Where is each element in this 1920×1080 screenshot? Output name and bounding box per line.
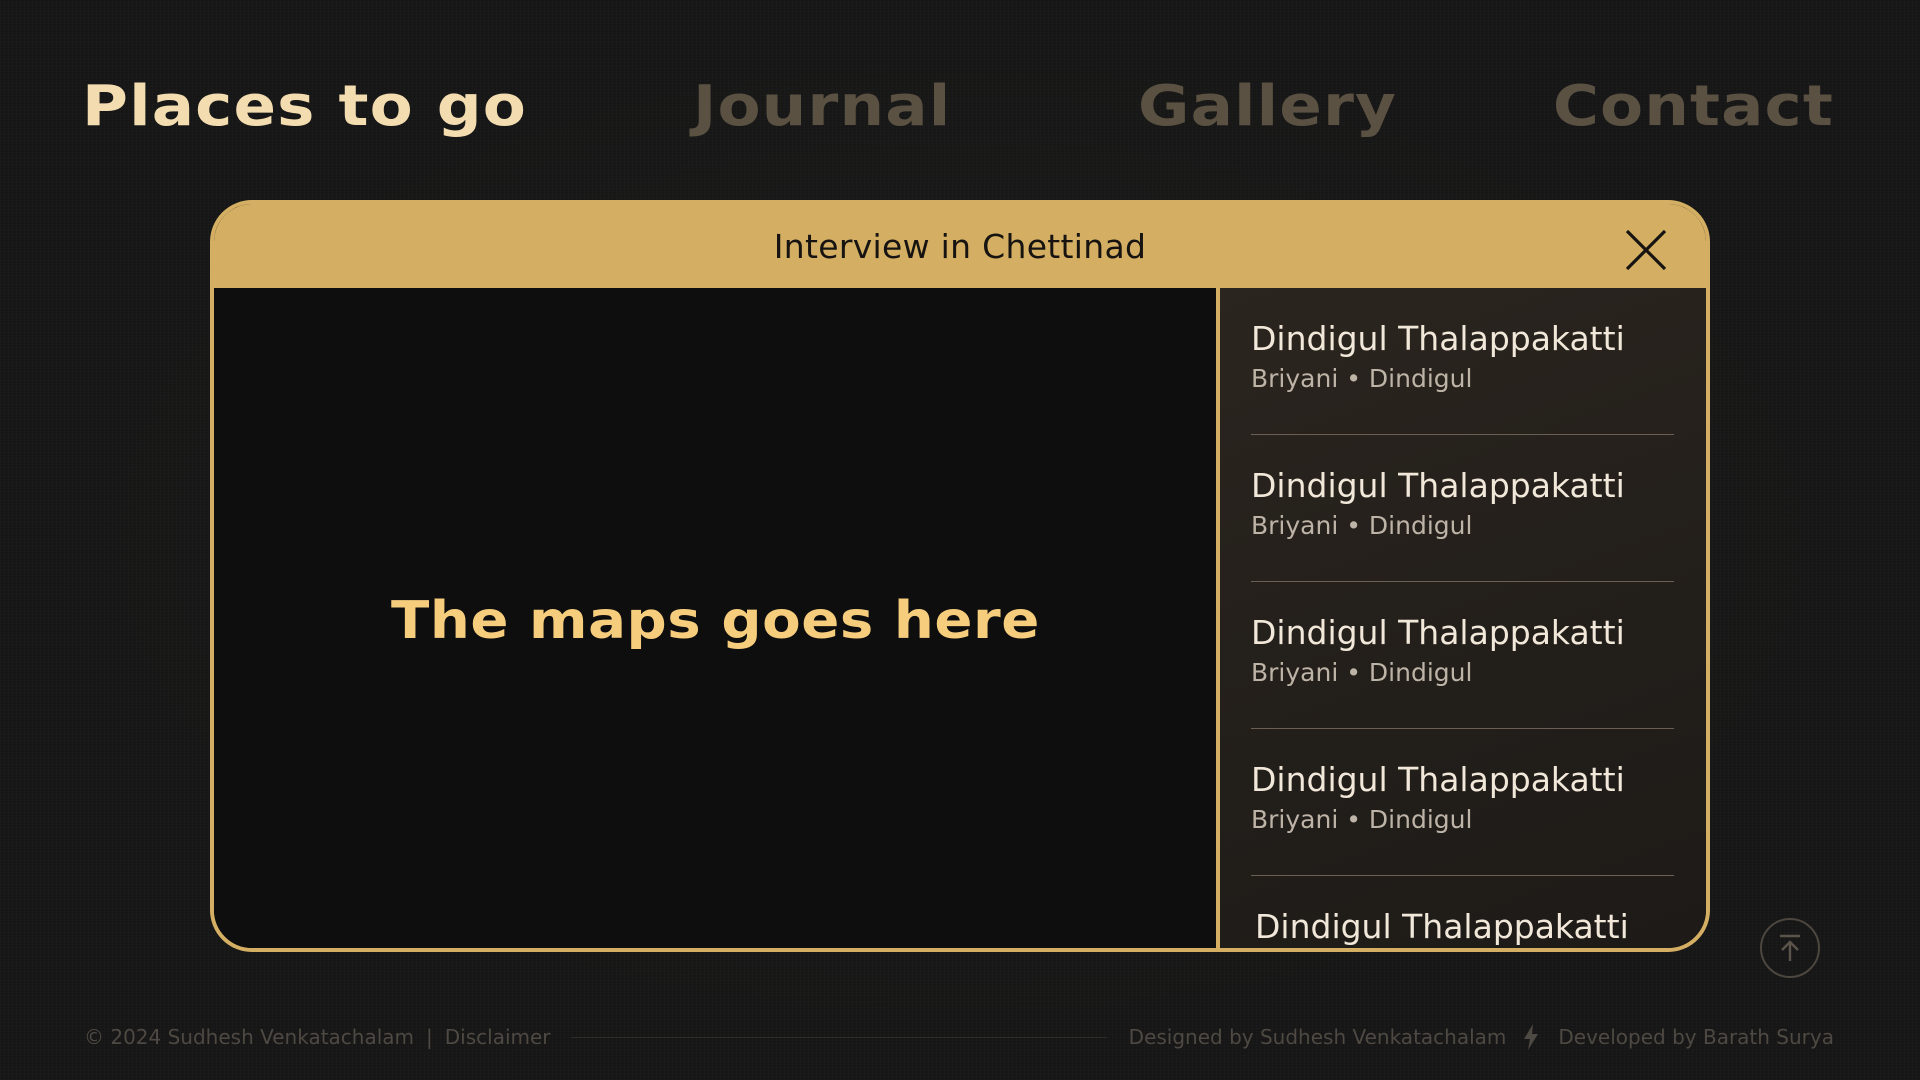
item-title: Dindigul Thalappakatti <box>1251 466 1625 505</box>
list-item[interactable]: Dindigul Thalappakatti Briyani • Dindigu… <box>1251 435 1674 582</box>
footer: © 2024 Sudhesh Venkatachalam | Disclaime… <box>84 1022 1834 1052</box>
list-item[interactable]: Dindigul Thalappakatti <box>1251 876 1674 948</box>
item-title: Dindigul Thalappakatti <box>1255 907 1629 946</box>
item-subtitle: Briyani • Dindigul <box>1251 805 1473 834</box>
item-title: Dindigul Thalappakatti <box>1251 319 1625 358</box>
modal-body: The maps goes here Dindigul Thalappakatt… <box>214 288 1706 948</box>
item-subtitle: Briyani • Dindigul <box>1251 511 1473 540</box>
disclaimer-link[interactable]: Disclaimer <box>445 1025 551 1049</box>
arrow-up-to-top-icon <box>1780 934 1800 961</box>
close-button[interactable] <box>1624 228 1668 272</box>
nav-gallery[interactable]: Gallery <box>1138 74 1397 139</box>
lightning-icon <box>1524 1024 1539 1050</box>
nav-contact[interactable]: Contact <box>1553 74 1834 139</box>
modal-title: Interview in Chettinad <box>773 226 1147 266</box>
footer-separator: | <box>426 1025 433 1049</box>
map-area[interactable]: The maps goes here <box>214 288 1216 948</box>
nav-places-to-go[interactable]: Places to go <box>82 74 527 139</box>
item-subtitle: Briyani • Dindigul <box>1251 658 1473 687</box>
list-item[interactable]: Dindigul Thalappakatti Briyani • Dindigu… <box>1251 582 1674 729</box>
developed-by-link[interactable]: Developed by Barath Surya <box>1558 1025 1834 1049</box>
interview-modal: Interview in Chettinad The maps goes her… <box>210 200 1710 952</box>
map-placeholder-text: The maps goes here <box>390 591 1040 651</box>
item-title: Dindigul Thalappakatti <box>1251 613 1625 652</box>
list-item[interactable]: Dindigul Thalappakatti Briyani • Dindigu… <box>1251 729 1674 876</box>
close-icon <box>1625 229 1667 271</box>
footer-copyright: © 2024 Sudhesh Venkatachalam <box>84 1025 415 1049</box>
item-subtitle: Briyani • Dindigul <box>1251 364 1473 393</box>
designed-by-link[interactable]: Designed by Sudhesh Venkatachalam <box>1129 1025 1507 1049</box>
scroll-to-top-button[interactable] <box>1760 918 1820 978</box>
places-list[interactable]: Dindigul Thalappakatti Briyani • Dindigu… <box>1220 288 1706 948</box>
nav-journal[interactable]: Journal <box>693 74 951 139</box>
item-title: Dindigul Thalappakatti <box>1251 760 1625 799</box>
footer-rule <box>570 1036 1107 1038</box>
list-item[interactable]: Dindigul Thalappakatti Briyani • Dindigu… <box>1251 288 1674 435</box>
modal-header: Interview in Chettinad <box>214 204 1706 288</box>
main-nav: Places to go Journal Gallery Contact <box>82 68 1834 144</box>
